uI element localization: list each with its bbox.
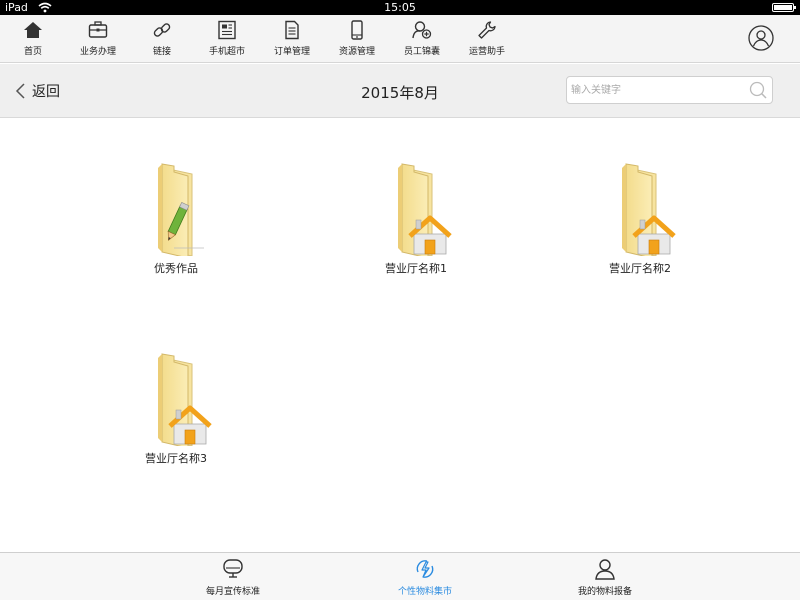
folder-house-icon: [622, 163, 676, 256]
staff-icon: [412, 21, 432, 39]
user-avatar-icon[interactable]: [748, 25, 774, 51]
nav-label: 链接: [152, 47, 171, 57]
tab-my-materials[interactable]: 我的物料报备: [550, 558, 660, 598]
nav-item-orders[interactable]: 订单管理: [259, 19, 325, 61]
folder-label: 优秀作品: [154, 262, 198, 275]
tab-label: 每月宣传标准: [205, 587, 260, 597]
nav-label: 员工锦囊: [403, 47, 440, 57]
status-bar: iPad 15:05: [0, 0, 800, 15]
newspaper-icon: [218, 20, 236, 40]
phone-icon: [351, 20, 363, 40]
wrench-icon: [478, 21, 496, 39]
folder-item[interactable]: 营业厅名称1: [356, 160, 476, 280]
folder-house-icon: [398, 163, 452, 256]
battery-icon: [772, 3, 796, 12]
tab-label: 个性物料集市: [397, 587, 452, 597]
lightning-icon: [416, 560, 434, 578]
nav-label: 资源管理: [338, 47, 375, 57]
folder-pencil-icon: [158, 163, 204, 256]
nav-item-phone-market[interactable]: 手机超市: [194, 19, 260, 61]
briefcase-icon: [88, 21, 108, 38]
folder-house-icon: [158, 353, 212, 446]
nav-item-business[interactable]: 业务办理: [65, 19, 131, 61]
nav-label: 首页: [23, 47, 42, 57]
search-icon[interactable]: [748, 80, 768, 100]
status-time: 15:05: [384, 1, 416, 14]
person-icon: [595, 559, 615, 580]
nav-label: 运营助手: [468, 47, 505, 57]
search-input[interactable]: [571, 80, 746, 100]
sub-header: 返回 2015年8月: [0, 64, 800, 118]
bottom-tab-bar: 每月宣传标准 个性物料集市 我的物料报备: [0, 552, 800, 600]
folder-label: 营业厅名称2: [609, 262, 671, 275]
top-nav: 首页 业务办理 链接 手机超市 订单管理 资源管理 员工锦囊 运营助手: [0, 15, 800, 63]
tab-label: 我的物料报备: [577, 587, 632, 597]
search-box: [566, 76, 773, 104]
nav-label: 业务办理: [79, 47, 116, 57]
nav-item-ops-assistant[interactable]: 运营助手: [454, 19, 520, 61]
monitor-icon: [223, 559, 243, 578]
tab-monthly-standards[interactable]: 每月宣传标准: [178, 558, 288, 598]
folder-item[interactable]: 营业厅名称2: [580, 160, 700, 280]
home-icon: [24, 22, 42, 38]
document-icon: [285, 20, 299, 40]
nav-item-staff-tips[interactable]: 员工锦囊: [389, 19, 455, 61]
folder-label: 营业厅名称1: [385, 262, 447, 275]
folder-item[interactable]: 营业厅名称3: [116, 350, 236, 470]
nav-label: 订单管理: [273, 47, 310, 57]
nav-item-link[interactable]: 链接: [129, 19, 195, 61]
tab-material-market[interactable]: 个性物料集市: [370, 558, 480, 598]
nav-item-home[interactable]: 首页: [0, 19, 66, 61]
folder-label: 营业厅名称3: [145, 452, 207, 465]
nav-item-resources[interactable]: 资源管理: [324, 19, 390, 61]
link-icon: [153, 23, 171, 37]
folder-item[interactable]: 优秀作品: [116, 160, 236, 280]
nav-label: 手机超市: [208, 47, 245, 57]
